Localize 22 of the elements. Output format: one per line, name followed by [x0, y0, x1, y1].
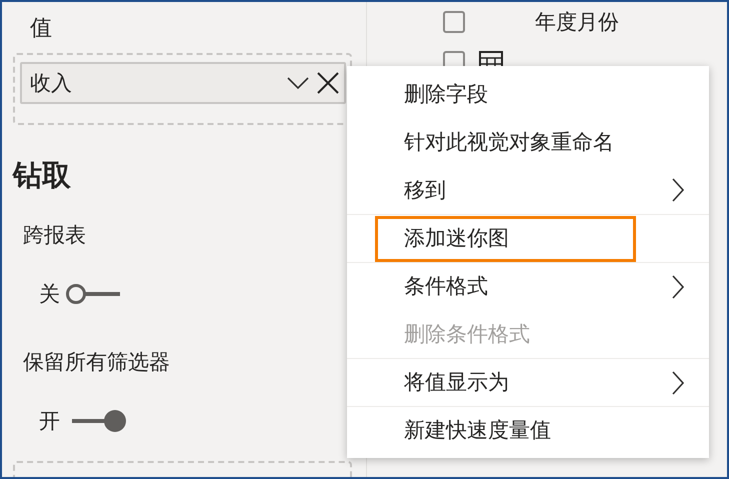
toggle-label: 保留所有筛选器 [23, 352, 171, 373]
toggle-state-label: 关 [39, 284, 60, 304]
checkbox[interactable] [443, 11, 465, 33]
toggle-state-label: 开 [39, 410, 60, 432]
field-pill[interactable]: 收入 [20, 62, 346, 104]
menu-item[interactable]: 移到 [375, 167, 636, 213]
chevron-down-icon[interactable] [286, 76, 310, 90]
section-heading: 钻取 [13, 162, 72, 191]
menu-item[interactable]: 添加迷你图 [375, 216, 636, 262]
menu-item[interactable]: 将值显示为 [375, 360, 636, 406]
menu-item[interactable]: 针对此视觉对象重命名 [375, 119, 636, 165]
field-label: 收入 [30, 72, 72, 94]
section-heading: 值 [30, 17, 53, 39]
chevron-right-icon [671, 274, 685, 300]
menu-item[interactable]: 条件格式 [375, 264, 636, 310]
menu-item[interactable]: 删除字段 [375, 71, 636, 117]
chevron-right-icon [671, 370, 685, 396]
chevron-right-icon [671, 177, 685, 203]
toggle-label: 跨报表 [23, 225, 87, 246]
close-icon[interactable] [316, 71, 340, 95]
field-name[interactable]: 年度月份 [535, 12, 619, 32]
menu-item[interactable]: 新建快速度量值 [375, 408, 636, 454]
